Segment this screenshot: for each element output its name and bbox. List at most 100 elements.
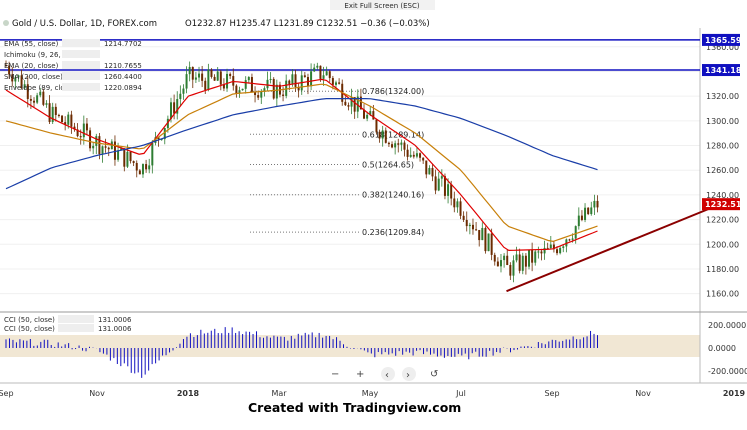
candle-body [406, 149, 409, 157]
legend-value: 1210.7655 [104, 62, 142, 70]
candle-body [95, 136, 98, 146]
candle-body [534, 251, 537, 263]
time-tick-label: Mar [271, 389, 287, 398]
price-tick-label: 1320.00 [706, 92, 739, 101]
candle-body [98, 136, 101, 155]
time-tick-label: Nov [635, 389, 651, 398]
candle-body [568, 239, 571, 241]
candle-body [496, 261, 499, 267]
candle-body [440, 176, 443, 179]
time-tick-label: Nov [89, 389, 105, 398]
candle-body [580, 215, 583, 220]
candle-body [275, 84, 278, 99]
time-tick-label: May [362, 389, 379, 398]
candle-body [89, 130, 92, 149]
candle-body [397, 143, 400, 145]
candle-body [257, 95, 260, 98]
fib-label: 0.236(1209.84) [362, 228, 424, 237]
scroll-right-icon: › [406, 370, 410, 381]
legend-buttons[interactable] [62, 50, 100, 58]
candle-body [499, 260, 502, 267]
legend-buttons[interactable] [62, 39, 100, 47]
legend-label: EMA (20, close) [4, 62, 59, 70]
candle-body [244, 80, 247, 89]
candle-body [425, 160, 428, 175]
candle-body [422, 157, 425, 161]
candle-body [447, 184, 450, 196]
time-tick-label: 2018 [177, 389, 200, 398]
price-tick-label: 1200.00 [706, 240, 739, 249]
price-tick-label: 1160.00 [706, 290, 739, 299]
cci-legend-buttons[interactable] [58, 315, 94, 323]
candle-body [70, 114, 73, 127]
candle-body [481, 227, 484, 241]
candle-body [173, 102, 176, 114]
candle-body [54, 106, 57, 115]
candle-body [235, 85, 238, 94]
price-tick-label: 1260.00 [706, 166, 739, 175]
time-tick-label: 2019 [723, 389, 746, 398]
candle-body [391, 144, 394, 148]
price-tick-label: 1180.00 [706, 265, 739, 274]
candle-body [36, 95, 39, 103]
candle-body [169, 102, 172, 119]
candle-body [372, 111, 375, 120]
legend-buttons[interactable] [62, 83, 100, 91]
candle-body [559, 247, 562, 254]
zoom-in-button[interactable]: + [356, 369, 364, 380]
candle-body [232, 76, 235, 86]
candle-body [294, 74, 297, 87]
candle-body [117, 150, 120, 160]
candle-body [468, 224, 471, 227]
legend-buttons[interactable] [62, 61, 100, 69]
candle-body [328, 71, 331, 79]
candle-body [394, 143, 397, 148]
candle-body [537, 251, 540, 253]
zoom-out-button[interactable]: − [331, 369, 339, 380]
candle-body [42, 91, 45, 105]
candle-body [490, 233, 493, 255]
candle-body [562, 246, 565, 248]
candle-body [316, 65, 319, 68]
candle-body [400, 142, 403, 145]
candle-body [593, 200, 596, 208]
scroll-left-icon: ‹ [385, 370, 389, 381]
cci-legend-buttons[interactable] [58, 324, 94, 332]
exit-fullscreen-label: Exit Full Screen (ESC) [344, 2, 419, 10]
candle-body [338, 82, 341, 84]
candle-body [219, 71, 222, 85]
candle-body [571, 238, 574, 240]
price-chart[interactable]: 0.786(1324.00) 0.618(1289.14) 0.5(1264.65)… [0, 0, 747, 430]
legend-label: EMA (55, close) [4, 40, 59, 48]
candle-body [587, 207, 590, 215]
candle-body [347, 105, 350, 107]
reset-icon[interactable]: ↺ [430, 369, 438, 380]
price-tick-label: 1300.00 [706, 117, 739, 126]
candle-body [428, 167, 431, 175]
candle-body [85, 123, 88, 131]
candle-body [322, 75, 325, 79]
candle-body [129, 151, 132, 162]
candle-body [493, 254, 496, 262]
candle-body [331, 78, 334, 85]
candle-body [319, 65, 322, 79]
price-tick-label: 1220.00 [706, 216, 739, 225]
candle-body [453, 198, 456, 208]
candle-body [325, 71, 328, 76]
candle-body [185, 74, 188, 89]
candle-body [378, 131, 381, 139]
candle-body [556, 249, 559, 254]
candle-body [549, 244, 552, 249]
candle-body [198, 73, 201, 78]
candle-body [210, 69, 213, 77]
candle-body [344, 101, 347, 106]
candle-body [104, 146, 107, 148]
legend-buttons[interactable] [62, 72, 100, 80]
cci-tick-label: -200.0000 [708, 367, 747, 376]
candle-body [531, 249, 534, 263]
candle-body [247, 77, 250, 81]
candle-body [503, 255, 506, 261]
candle-body [375, 119, 378, 132]
cci-legend-label: CCI (50, close) [4, 325, 55, 333]
candle-body [151, 143, 154, 166]
